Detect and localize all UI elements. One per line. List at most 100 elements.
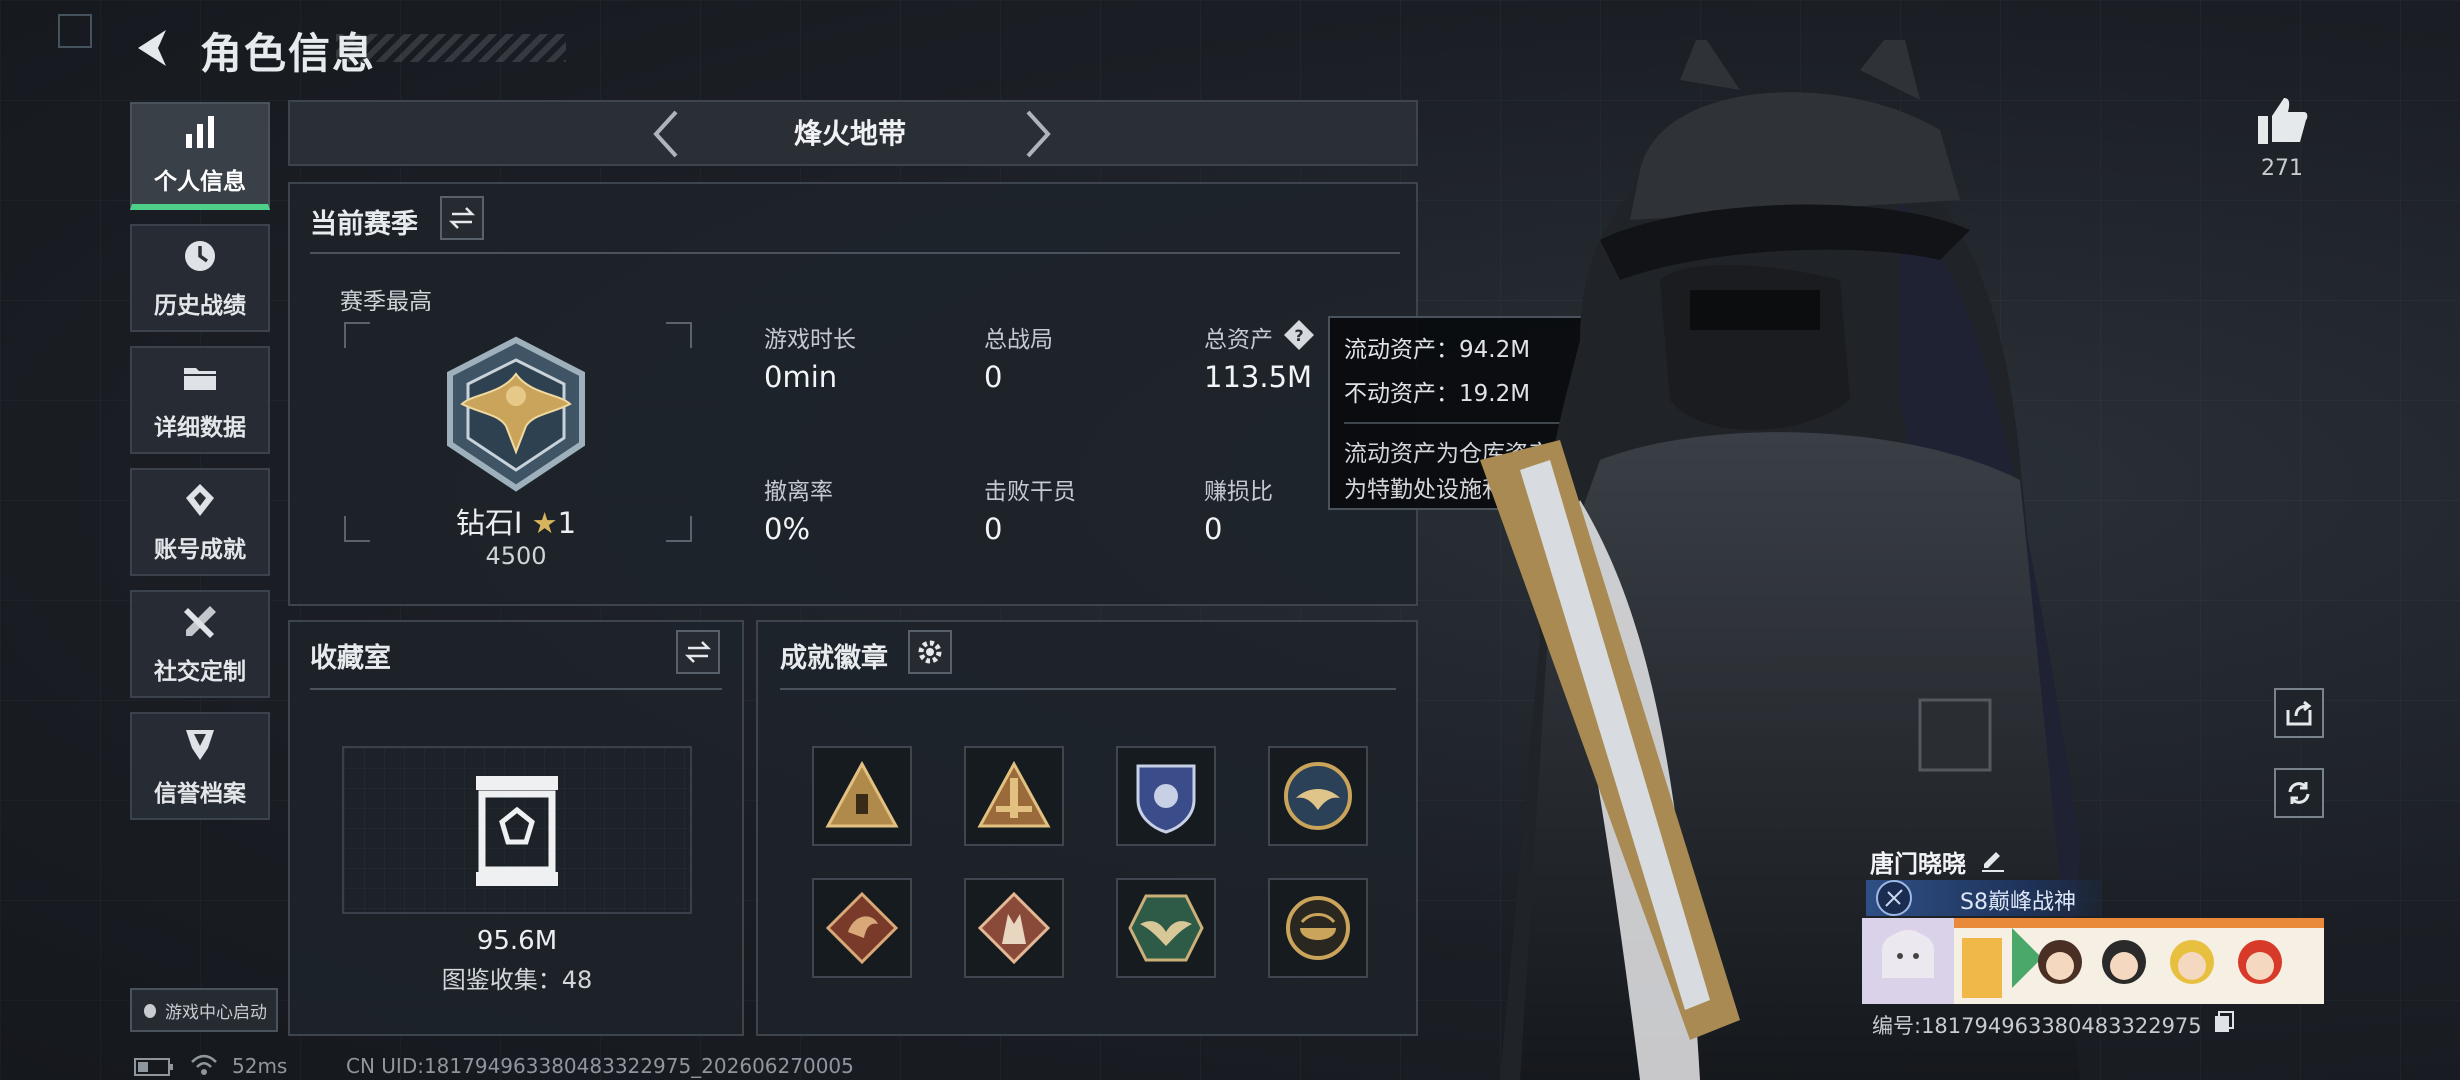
- stat-label: 赚损比: [1204, 479, 1273, 505]
- game-center-label: 游戏中心启动: [165, 1002, 267, 1023]
- penguin-icon: [144, 1004, 156, 1018]
- stat-value: 113.5M: [1204, 360, 1313, 394]
- refresh-icon: [2288, 782, 2310, 804]
- folder-icon: [184, 368, 216, 390]
- mode-tab-title: 烽火地带: [793, 117, 906, 150]
- reputation-icon: [186, 730, 214, 760]
- stat-value: 0: [984, 360, 1003, 394]
- rank-name: 钻石Ⅰ: [455, 506, 523, 540]
- copy-icon[interactable]: [2212, 1010, 2236, 1034]
- stat-label: 撤离率: [764, 479, 833, 505]
- achievement-icon: [186, 484, 214, 516]
- achievements-title: 成就徽章: [780, 643, 888, 674]
- share-icon: [2286, 700, 2312, 726]
- catalog-count: 图鉴收集：48: [441, 966, 593, 994]
- game-center-button[interactable]: 游戏中心启动: [130, 988, 278, 1032]
- stat-value: 0: [984, 512, 1003, 546]
- collection-value: 95.6M: [476, 926, 558, 956]
- ping-text: 52ms: [232, 1054, 288, 1078]
- achievement-badge[interactable]: [1268, 878, 1368, 978]
- stat-label: 总资产: [1204, 327, 1273, 353]
- wings-badge-icon: [1128, 894, 1204, 962]
- sidebar-item-detail-data[interactable]: 详细数据: [130, 346, 270, 454]
- like-count: 271: [2261, 156, 2303, 181]
- season-best-label: 赛季最高: [340, 289, 432, 315]
- bar-chart-icon: [186, 116, 214, 148]
- achievement-badge[interactable]: [964, 746, 1064, 846]
- achievement-badge[interactable]: [964, 878, 1064, 978]
- chevron-left-icon[interactable]: [648, 108, 682, 160]
- frame-corner: [344, 516, 370, 542]
- sidebar-item-achievements[interactable]: 账号成就: [130, 468, 270, 576]
- frame-corner: [666, 322, 692, 348]
- back-arrow-icon[interactable]: [132, 26, 176, 70]
- stat-label: 击败干员: [984, 479, 1076, 505]
- sidebar-item-social-custom[interactable]: 社交定制: [130, 590, 270, 698]
- achievement-badge[interactable]: [1116, 746, 1216, 846]
- achievements-settings-button[interactable]: [908, 630, 952, 674]
- achievement-badge[interactable]: [812, 878, 912, 978]
- stat-value: 0min: [764, 360, 838, 394]
- bowl-badge-icon: [1286, 896, 1350, 960]
- dragon-badge-icon: [825, 891, 899, 965]
- sidebar-item-reputation[interactable]: 信誉档案: [130, 712, 270, 820]
- sidebar-item-label: 账号成就: [154, 537, 246, 563]
- rank-stars: 1: [557, 506, 577, 540]
- share-button[interactable]: [2274, 688, 2324, 738]
- swap-icon: [684, 641, 712, 663]
- wifi-icon: [191, 1054, 217, 1075]
- swap-icon: [448, 207, 476, 229]
- star-icon: ★: [531, 506, 558, 540]
- gear-icon: [918, 640, 942, 664]
- player-banner[interactable]: [1862, 918, 2324, 1004]
- achievement-badge[interactable]: [1116, 878, 1216, 978]
- uid-text: CN UID:18179496338048332​2975_2026062700…: [346, 1054, 854, 1078]
- stat-label: 总战局: [984, 327, 1053, 353]
- help-icon[interactable]: ?: [1282, 318, 1316, 352]
- achievement-badge[interactable]: [812, 746, 912, 846]
- rotate-button[interactable]: [2274, 768, 2324, 818]
- collection-title: 收藏室: [310, 643, 391, 674]
- rank-line: 钻石Ⅰ ★1: [430, 500, 602, 542]
- history-icon: [185, 241, 215, 271]
- edit-icon[interactable]: [1980, 846, 2006, 872]
- svg-text:?: ?: [1294, 326, 1303, 345]
- achievement-badge[interactable]: [1268, 746, 1368, 846]
- page-title: 角色信息: [200, 29, 377, 78]
- stat-label: 游戏时长: [764, 327, 856, 353]
- tools-icon: [184, 606, 216, 638]
- wolf-badge-icon: [977, 891, 1051, 965]
- sidebar-item-history[interactable]: 历史战绩: [130, 224, 270, 332]
- frame-corner: [666, 516, 692, 542]
- stat-value: 0%: [764, 512, 811, 546]
- battery-icon: [134, 1058, 173, 1076]
- divider: [310, 688, 722, 690]
- thumbs-up-icon[interactable]: [2256, 96, 2308, 146]
- rank-emblem-icon: [447, 336, 585, 492]
- police-shield-badge-icon: [1136, 764, 1196, 834]
- rank-points: 4500: [485, 542, 547, 570]
- sidebar-item-label: 信誉档案: [154, 781, 246, 807]
- sidebar-item-label: 历史战绩: [154, 293, 246, 319]
- sidebar-item-label: 个人信息: [154, 169, 246, 195]
- player-title-text: S8巅峰战神: [1960, 890, 2076, 915]
- season-title: 当前赛季: [310, 209, 418, 240]
- player-name: 唐门晓晓: [1870, 850, 1966, 878]
- chibi-banner-image: [1862, 918, 2324, 1004]
- divider: [780, 688, 1396, 690]
- divider: [310, 252, 1400, 254]
- season-switch-button[interactable]: [440, 196, 484, 240]
- sidebar-item-label: 详细数据: [154, 415, 246, 441]
- frame-corner: [344, 322, 370, 348]
- stat-value: 0: [1204, 512, 1223, 546]
- player-id: 编号:18179496338048332​2975: [1872, 1014, 2202, 1038]
- pyramid-badge-icon: [825, 760, 899, 828]
- collection-switch-button[interactable]: [676, 630, 720, 674]
- corner-decoration: [58, 14, 92, 48]
- title-emblem-icon: [1876, 880, 1912, 916]
- chevron-right-icon[interactable]: [1022, 108, 1056, 160]
- display-case-icon: [476, 776, 558, 886]
- sidebar-item-personal-info[interactable]: 个人信息: [130, 102, 270, 210]
- tower-badge-icon: [977, 760, 1051, 828]
- eagle-badge-icon: [1284, 762, 1352, 830]
